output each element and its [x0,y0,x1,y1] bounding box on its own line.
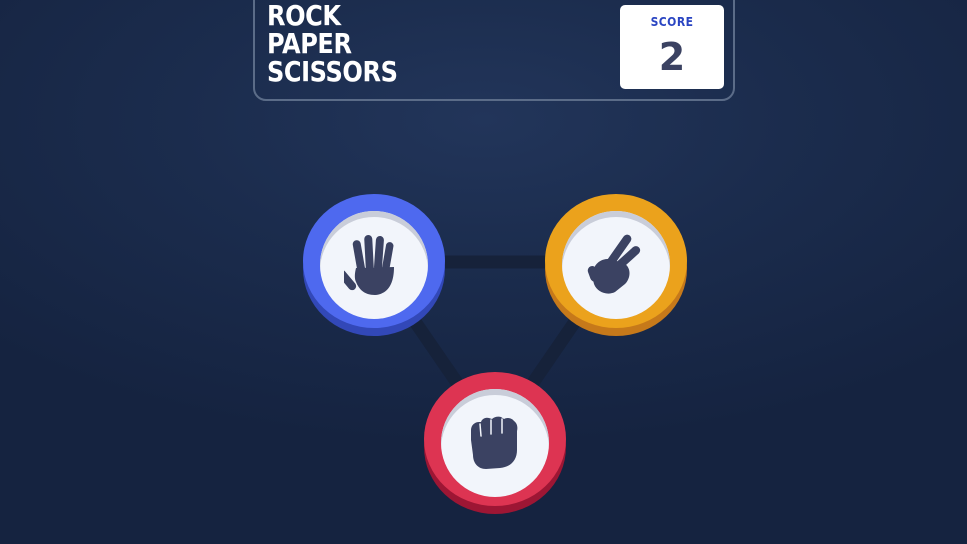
game-board [0,0,967,544]
scissors-token-face [562,211,670,319]
rock-choice-button[interactable] [424,372,566,514]
scissors-choice-button[interactable] [545,194,687,336]
paper-token-face [320,211,428,319]
rock-token-face [441,389,549,497]
rock-fist-icon [471,416,518,469]
scissors-hand-icon [587,234,641,294]
paper-choice-button[interactable] [303,194,445,336]
paper-hand-icon [344,235,394,295]
